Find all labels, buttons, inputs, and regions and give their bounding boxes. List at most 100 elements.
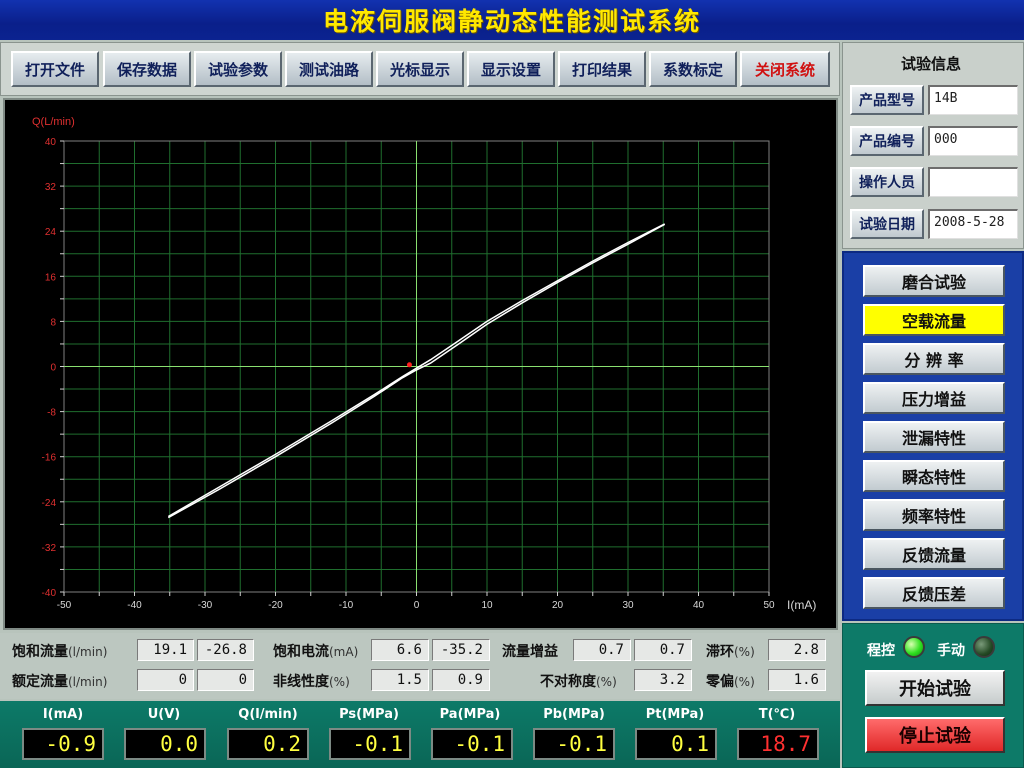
sat-flow-pos-value: 19.1 xyxy=(137,639,194,661)
display-settings-button[interactable]: 显示设置 xyxy=(467,51,555,87)
pb-meter-value: -0.1 xyxy=(533,728,615,760)
test-pressure-gain-button[interactable]: 压力增益 xyxy=(863,382,1005,414)
y-tick-label: -8 xyxy=(47,408,56,419)
rated-flow-pos-value: 0 xyxy=(137,669,194,691)
sat-flow-neg-value: -26.8 xyxy=(197,639,254,661)
product-model-field[interactable]: 14B xyxy=(928,85,1018,115)
live-measurements-bar: I(mA) -0.9 U(V) 0.0 Q(l/min) 0.2 Ps(MPa)… xyxy=(0,701,840,768)
title-bar: 电液伺服阀静动态性能测试系统 xyxy=(0,0,1024,40)
manual-control-indicator[interactable] xyxy=(973,636,995,658)
sat-current-neg-value: -35.2 xyxy=(432,639,490,661)
rated-flow-label: 额定流量(l/min) xyxy=(12,674,108,690)
flow-plot-panel: -40 -32 -24 -16 -8 0 8 16 24 32 40 -50 -40 -30 -20 -10 0… xyxy=(3,98,838,630)
voltage-meter-value: 0.0 xyxy=(124,728,206,760)
save-data-button[interactable]: 保存数据 xyxy=(103,51,191,87)
flow-meter-label: Q(l/min) xyxy=(238,707,298,722)
cursor-marker xyxy=(406,362,412,368)
test-feedback-pressure-button[interactable]: 反馈压差 xyxy=(863,577,1005,609)
stop-test-button[interactable]: 停止试验 xyxy=(865,717,1005,753)
hysteresis-value: 2.8 xyxy=(768,639,826,661)
y-tick-label: 32 xyxy=(45,182,57,193)
y-axis-label: Q(L/min) xyxy=(32,116,75,128)
test-transient-button[interactable]: 瞬态特性 xyxy=(863,460,1005,492)
current-meter-value: -0.9 xyxy=(22,728,104,760)
x-tick-label: -30 xyxy=(198,600,213,611)
temperature-meter-value: 18.7 xyxy=(737,728,819,760)
x-tick-label: 30 xyxy=(622,600,634,611)
flow-gain-label: 流量增益 xyxy=(502,644,558,660)
x-tick-label: 10 xyxy=(481,600,493,611)
pa-meter-label: Pa(MPa) xyxy=(439,707,501,722)
y-tick-label: 24 xyxy=(45,227,57,238)
x-axis-label: I(mA) xyxy=(787,598,816,612)
temperature-meter-label: T(℃) xyxy=(758,707,796,722)
results-panel: 饱和流量(l/min) 19.1 -26.8 饱和电流(mA) 6.6 -35.… xyxy=(0,633,840,699)
pt-meter-value: 0.1 xyxy=(635,728,717,760)
ps-meter-label: Ps(MPa) xyxy=(339,707,399,722)
test-resolution-button[interactable]: 分 辨 率 xyxy=(863,343,1005,375)
operator-label: 操作人员 xyxy=(850,167,924,197)
x-tick-label: 50 xyxy=(763,600,775,611)
nonlinearity-neg-value: 0.9 xyxy=(432,669,490,691)
y-tick-label: -24 xyxy=(42,498,57,509)
y-tick-label: 8 xyxy=(50,317,56,328)
y-tick-label: -16 xyxy=(42,453,57,464)
test-frequency-button[interactable]: 频率特性 xyxy=(863,499,1005,531)
program-control-indicator[interactable] xyxy=(903,636,925,658)
product-serial-field[interactable]: 000 xyxy=(928,126,1018,156)
y-tick-label: -32 xyxy=(42,543,57,554)
test-params-button[interactable]: 试验参数 xyxy=(194,51,282,87)
test-feedback-flow-button[interactable]: 反馈流量 xyxy=(863,538,1005,570)
manual-control-label: 手动 xyxy=(937,643,965,659)
pt-meter-label: Pt(MPa) xyxy=(645,707,705,722)
flow-current-chart: -40-32-24-16-80816243240-50 -40 -30 -20 -10 0… xyxy=(32,116,816,612)
test-info-title: 试验信息 xyxy=(900,55,961,73)
cursor-display-button[interactable]: 光标显示 xyxy=(376,51,464,87)
x-tick-label: -50 xyxy=(57,600,72,611)
program-control-label: 程控 xyxy=(867,643,895,659)
open-file-button[interactable]: 打开文件 xyxy=(11,51,99,87)
sat-current-pos-value: 6.6 xyxy=(371,639,429,661)
menu-bar: 打开文件 保存数据 试验参数 测试油路 光标显示 显示设置 打印结果 系数标定 … xyxy=(0,42,840,96)
ps-meter-value: -0.1 xyxy=(329,728,411,760)
zero-bias-label: 零偏(%) xyxy=(706,674,755,690)
calibration-button[interactable]: 系数标定 xyxy=(649,51,737,87)
pa-meter-value: -0.1 xyxy=(431,728,513,760)
app-title: 电液伺服阀静动态性能测试系统 xyxy=(322,7,701,36)
asymmetry-value: 3.2 xyxy=(634,669,692,691)
oil-circuit-button[interactable]: 测试油路 xyxy=(285,51,373,87)
product-model-label: 产品型号 xyxy=(850,85,924,115)
nonlinearity-label: 非线性度(%) xyxy=(273,674,350,690)
y-tick-label: 16 xyxy=(45,272,57,283)
asymmetry-label: 不对称度(%) xyxy=(540,674,617,690)
start-test-button[interactable]: 开始试验 xyxy=(865,670,1005,706)
x-tick-label: -10 xyxy=(339,600,354,611)
test-no-load-flow-button[interactable]: 空载流量 xyxy=(863,304,1005,336)
nonlinearity-pos-value: 1.5 xyxy=(371,669,429,691)
print-results-button[interactable]: 打印结果 xyxy=(558,51,646,87)
voltage-meter-label: U(V) xyxy=(147,707,181,722)
operator-field[interactable] xyxy=(928,167,1018,197)
x-tick-label: -20 xyxy=(268,600,283,611)
x-tick-label: 0 xyxy=(414,600,420,611)
x-tick-label: -40 xyxy=(127,600,142,611)
test-info-panel: 试验信息 产品型号 14B 产品编号 000 操作人员 试验日期 2008-5-… xyxy=(842,42,1024,249)
test-break-in-button[interactable]: 磨合试验 xyxy=(863,265,1005,297)
flow-gain-pos-value: 0.7 xyxy=(573,639,631,661)
hysteresis-label: 滞环(%) xyxy=(706,644,755,660)
y-tick-label: -40 xyxy=(42,588,57,599)
close-system-button[interactable]: 关闭系统 xyxy=(740,51,830,87)
x-tick-label: 40 xyxy=(693,600,705,611)
rated-flow-neg-value: 0 xyxy=(197,669,254,691)
zero-bias-value: 1.6 xyxy=(768,669,826,691)
x-tick-label: 20 xyxy=(552,600,564,611)
pb-meter-label: Pb(MPa) xyxy=(543,707,605,722)
product-serial-label: 产品编号 xyxy=(850,126,924,156)
y-tick-label: 0 xyxy=(50,363,56,374)
flow-meter-value: 0.2 xyxy=(227,728,309,760)
sat-current-label: 饱和电流(mA) xyxy=(273,644,359,660)
test-leakage-button[interactable]: 泄漏特性 xyxy=(863,421,1005,453)
test-date-field[interactable]: 2008-5-28 xyxy=(928,209,1018,239)
test-date-label: 试验日期 xyxy=(850,209,924,239)
current-meter-label: I(mA) xyxy=(42,707,84,722)
